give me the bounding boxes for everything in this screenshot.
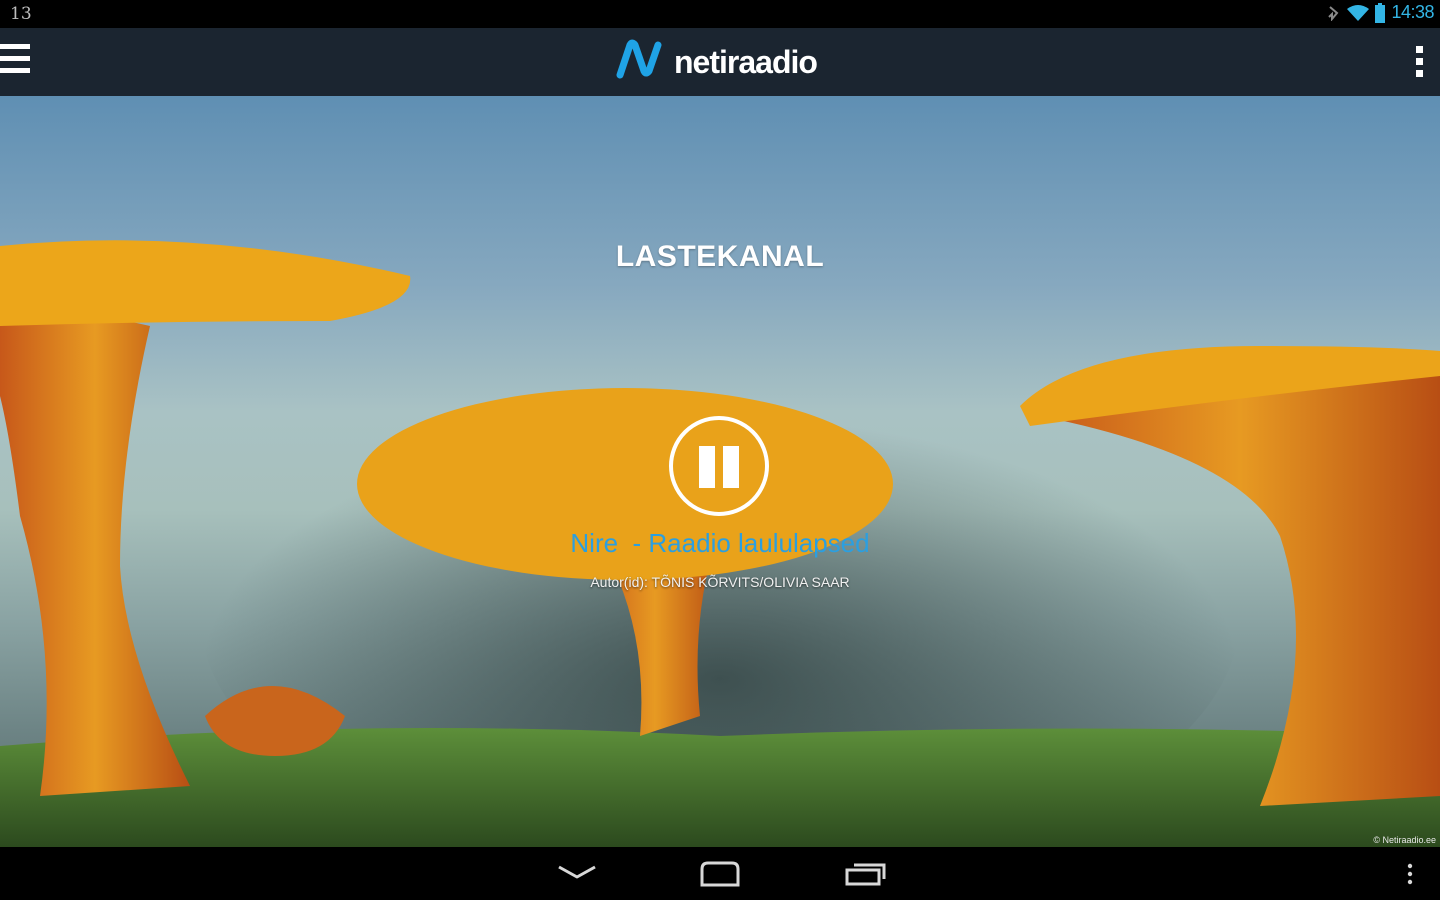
home-button[interactable] (698, 859, 742, 887)
notification-icon (1327, 5, 1341, 21)
status-bar: 13 14:38 (0, 0, 1440, 28)
player-background: LASTEKANAL Nire - Raadio laululapsed Aut… (0, 96, 1440, 847)
copyright-text: © Netiraadio.ee (1373, 835, 1436, 845)
app-bar: netiraadio (0, 28, 1440, 96)
recent-apps-button[interactable] (844, 859, 888, 887)
nav-overflow-button[interactable] (1406, 863, 1414, 885)
logo-icon (616, 39, 664, 86)
play-pause-button[interactable] (669, 416, 769, 516)
battery-icon (1375, 2, 1386, 23)
logo-text: netiraadio (674, 43, 818, 80)
back-button[interactable] (556, 863, 598, 881)
track-author: Autor(id): TÕNIS KÕRVITS/OLIVIA SAAR (590, 574, 850, 590)
status-left-text: 13 (10, 4, 32, 24)
app-screen: 13 14:38 netiraadio LASTEKANAL Nire - Ra… (0, 0, 1440, 900)
wifi-icon (1347, 4, 1370, 22)
status-icons: 14:38 (1327, 2, 1434, 23)
recent-apps-icon (844, 859, 888, 887)
home-icon (698, 859, 742, 887)
overflow-icon (1406, 863, 1414, 885)
overflow-menu-button[interactable] (1414, 46, 1424, 78)
channel-title: LASTEKANAL (615, 240, 825, 273)
menu-button[interactable] (0, 44, 32, 78)
track-title: Nire - Raadio laululapsed (570, 528, 870, 558)
app-logo: netiraadio (616, 39, 818, 86)
system-nav-bar (0, 847, 1440, 900)
back-icon (556, 863, 598, 881)
status-time: 14:38 (1391, 2, 1434, 22)
